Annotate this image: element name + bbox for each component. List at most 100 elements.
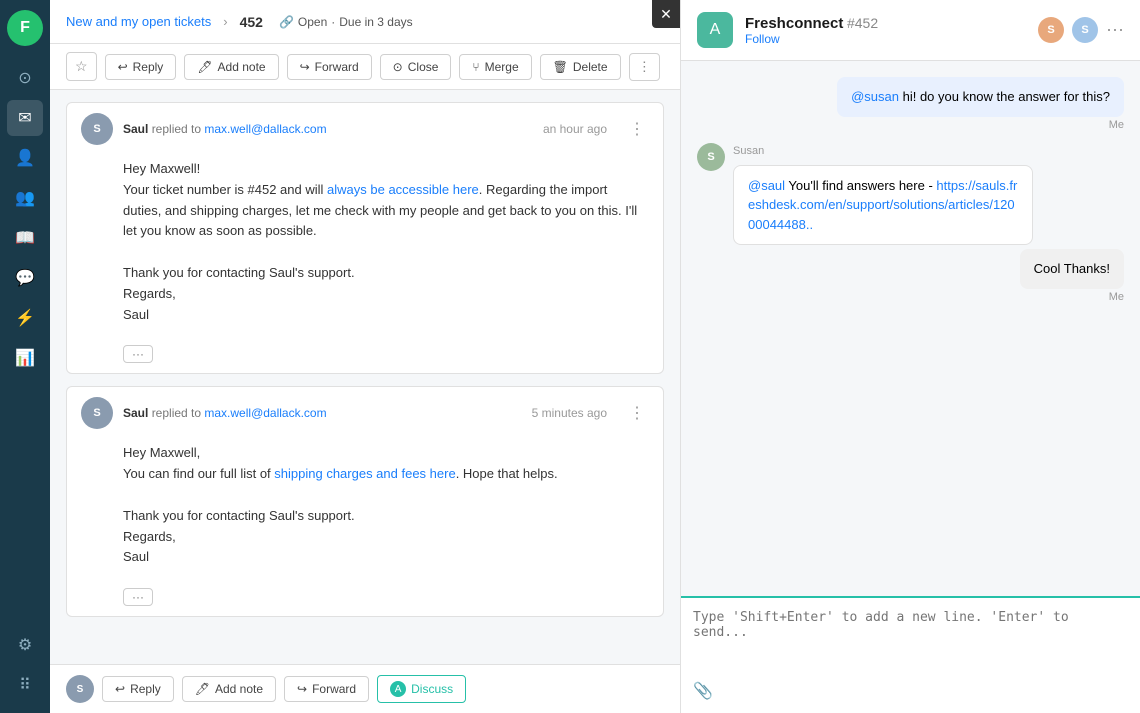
ticket-time-2: 5 minutes ago <box>532 406 607 420</box>
ticket-card-1-header: S Saul replied to max.well@dallack.com a… <box>67 103 663 155</box>
ticket-expand-1: ··· <box>67 339 663 373</box>
user-bubble-2: S <box>1072 17 1098 43</box>
message-bubble-3: Cool Thanks! <box>1020 249 1124 289</box>
merge-icon: ⑂ <box>472 60 479 74</box>
bottom-bar: S ↩ Reply 🖊 Add note ↪ Forward A Discuss <box>50 664 680 713</box>
toolbar: ☆ ↩ Reply 🖊 Add note ↪ Forward ⊙ Close ⑂… <box>50 44 680 90</box>
sidebar-item-companies[interactable]: 👥 <box>7 180 43 216</box>
sidebar: F ⊙ ✉ 👤 👥 📖 💬 ⚡ 📊 ⚙ ⠿ <box>0 0 50 713</box>
delete-button[interactable]: 🗑 Delete <box>540 54 621 80</box>
chat-more-button[interactable]: ⋯ <box>1106 20 1124 41</box>
message-row-3: Cool Thanks! Me <box>697 249 1124 311</box>
chat-close-button[interactable]: ✕ <box>652 0 680 28</box>
ticket-more-btn-2[interactable]: ⋮ <box>625 401 649 425</box>
ticket-card-2-header: S Saul replied to max.well@dallack.com 5… <box>67 387 663 439</box>
ticket-number: 452 <box>240 14 263 30</box>
ticket-link-2[interactable]: shipping charges and fees here <box>274 466 455 481</box>
ticket-body-1: Hey Maxwell! Your ticket number is #452 … <box>67 155 663 339</box>
add-note-button-bottom[interactable]: 🖊 Add note <box>182 676 276 702</box>
chat-input-footer: 📎 <box>693 673 1128 701</box>
separator: · <box>331 15 335 29</box>
status-icon: 🔗 <box>279 15 294 29</box>
forward-icon-bottom: ↪ <box>297 682 307 696</box>
ticket-time-1: an hour ago <box>543 122 607 136</box>
message-avatar-2: S <box>697 143 725 171</box>
message-link-2[interactable]: https://sauls.freshdesk.com/en/support/s… <box>748 178 1017 232</box>
message-row-1: @susan hi! do you know the answer for th… <box>697 77 1124 139</box>
message-label-3: Me <box>1020 291 1124 303</box>
main-content: New and my open tickets › 452 🔗 Open · D… <box>50 0 680 713</box>
sidebar-logo[interactable]: F <box>7 10 43 46</box>
expand-dots-2[interactable]: ··· <box>123 588 153 606</box>
replied-to-email-1[interactable]: max.well@dallack.com <box>204 122 326 136</box>
sidebar-item-solutions[interactable]: 📖 <box>7 220 43 256</box>
sidebar-item-tickets[interactable]: ✉ <box>7 100 43 136</box>
expand-dots-1[interactable]: ··· <box>123 345 153 363</box>
reply-icon: ↩ <box>118 60 128 74</box>
reply-button-bottom[interactable]: ↩ Reply <box>102 676 174 702</box>
attachment-icon[interactable]: 📎 <box>693 681 713 701</box>
sidebar-item-home[interactable]: ⊙ <box>7 60 43 96</box>
status-label: Open <box>298 15 327 29</box>
discuss-button[interactable]: A Discuss <box>377 675 466 703</box>
chat-input[interactable] <box>693 610 1128 670</box>
star-button[interactable]: ☆ <box>66 52 97 81</box>
message-row-2: S Susan @saul You'll find answers here -… <box>697 143 1124 246</box>
avatar-bottom: S <box>66 675 94 703</box>
forward-button-top[interactable]: ↪ Forward <box>287 54 372 80</box>
sidebar-item-chat[interactable]: 💬 <box>7 260 43 296</box>
ticket-author-1: Saul <box>123 122 148 136</box>
ticket-body-2: Hey Maxwell, You can find our full list … <box>67 439 663 582</box>
avatar-saul-1: S <box>81 113 113 145</box>
user-bubble-1: S <box>1038 17 1064 43</box>
chat-title-block: Freshconnect #452 Follow <box>745 15 878 46</box>
toolbar-more-button[interactable]: ⋮ <box>629 53 660 81</box>
chat-panel: A Freshconnect #452 Follow S S ⋯ <box>680 0 1140 713</box>
discuss-icon: A <box>390 681 406 697</box>
message-bubble-2: @saul You'll find answers here - https:/… <box>733 165 1033 246</box>
due-label: Due in 3 days <box>339 15 412 29</box>
trash-icon: 🗑 <box>553 60 568 74</box>
chat-header-right: S S ⋯ <box>1038 17 1124 43</box>
reply-button-top[interactable]: ↩ Reply <box>105 54 177 80</box>
add-note-button-top[interactable]: 🖊 Add note <box>184 54 278 80</box>
breadcrumb-link[interactable]: New and my open tickets <box>66 14 211 29</box>
sidebar-item-settings[interactable]: ⚙ <box>7 627 43 663</box>
message-sender-2: Susan <box>733 145 1033 157</box>
ticket-area: S Saul replied to max.well@dallack.com a… <box>50 90 680 664</box>
note-icon-bottom: 🖊 <box>195 682 210 696</box>
replied-to-label-1: replied to <box>152 122 205 136</box>
replied-to-email-2[interactable]: max.well@dallack.com <box>204 406 326 420</box>
forward-icon: ↪ <box>300 60 310 74</box>
note-icon: 🖊 <box>197 60 212 74</box>
chat-input-area: 📎 <box>681 596 1140 713</box>
merge-button[interactable]: ⑂ Merge <box>459 54 531 80</box>
ticket-card-2: S Saul replied to max.well@dallack.com 5… <box>66 386 664 617</box>
forward-button-bottom[interactable]: ↪ Forward <box>284 676 369 702</box>
chat-app-icon: A <box>697 12 733 48</box>
ticket-meta-2: Saul replied to max.well@dallack.com <box>123 406 522 420</box>
chat-header: A Freshconnect #452 Follow S S ⋯ <box>681 0 1140 61</box>
status-badge: 🔗 Open · Due in 3 days <box>279 15 413 29</box>
replied-to-label-2: replied to <box>152 406 205 420</box>
chat-follow-link[interactable]: Follow <box>745 32 878 46</box>
sidebar-item-integrations[interactable]: ⚡ <box>7 300 43 336</box>
close-button[interactable]: ⊙ Close <box>380 54 452 80</box>
chat-title: Freshconnect <box>745 15 843 32</box>
top-bar: New and my open tickets › 452 🔗 Open · D… <box>50 0 680 44</box>
sidebar-item-grid[interactable]: ⠿ <box>7 667 43 703</box>
sidebar-item-analytics[interactable]: 📊 <box>7 340 43 376</box>
close-icon: ⊙ <box>393 60 403 74</box>
reply-icon-bottom: ↩ <box>115 682 125 696</box>
ticket-more-btn-1[interactable]: ⋮ <box>625 117 649 141</box>
chat-panel-wrapper: ✕ A Freshconnect #452 Follow S S ⋯ <box>680 0 1140 713</box>
breadcrumb-sep: › <box>223 14 227 29</box>
message-label-1: Me <box>837 119 1124 131</box>
ticket-card-1: S Saul replied to max.well@dallack.com a… <box>66 102 664 374</box>
ticket-expand-2: ··· <box>67 582 663 616</box>
sidebar-item-contacts[interactable]: 👤 <box>7 140 43 176</box>
ticket-link-1[interactable]: always be accessible here <box>327 182 479 197</box>
avatar-saul-2: S <box>81 397 113 429</box>
message-bubble-1: @susan hi! do you know the answer for th… <box>837 77 1124 117</box>
ticket-meta-1: Saul replied to max.well@dallack.com <box>123 122 533 136</box>
